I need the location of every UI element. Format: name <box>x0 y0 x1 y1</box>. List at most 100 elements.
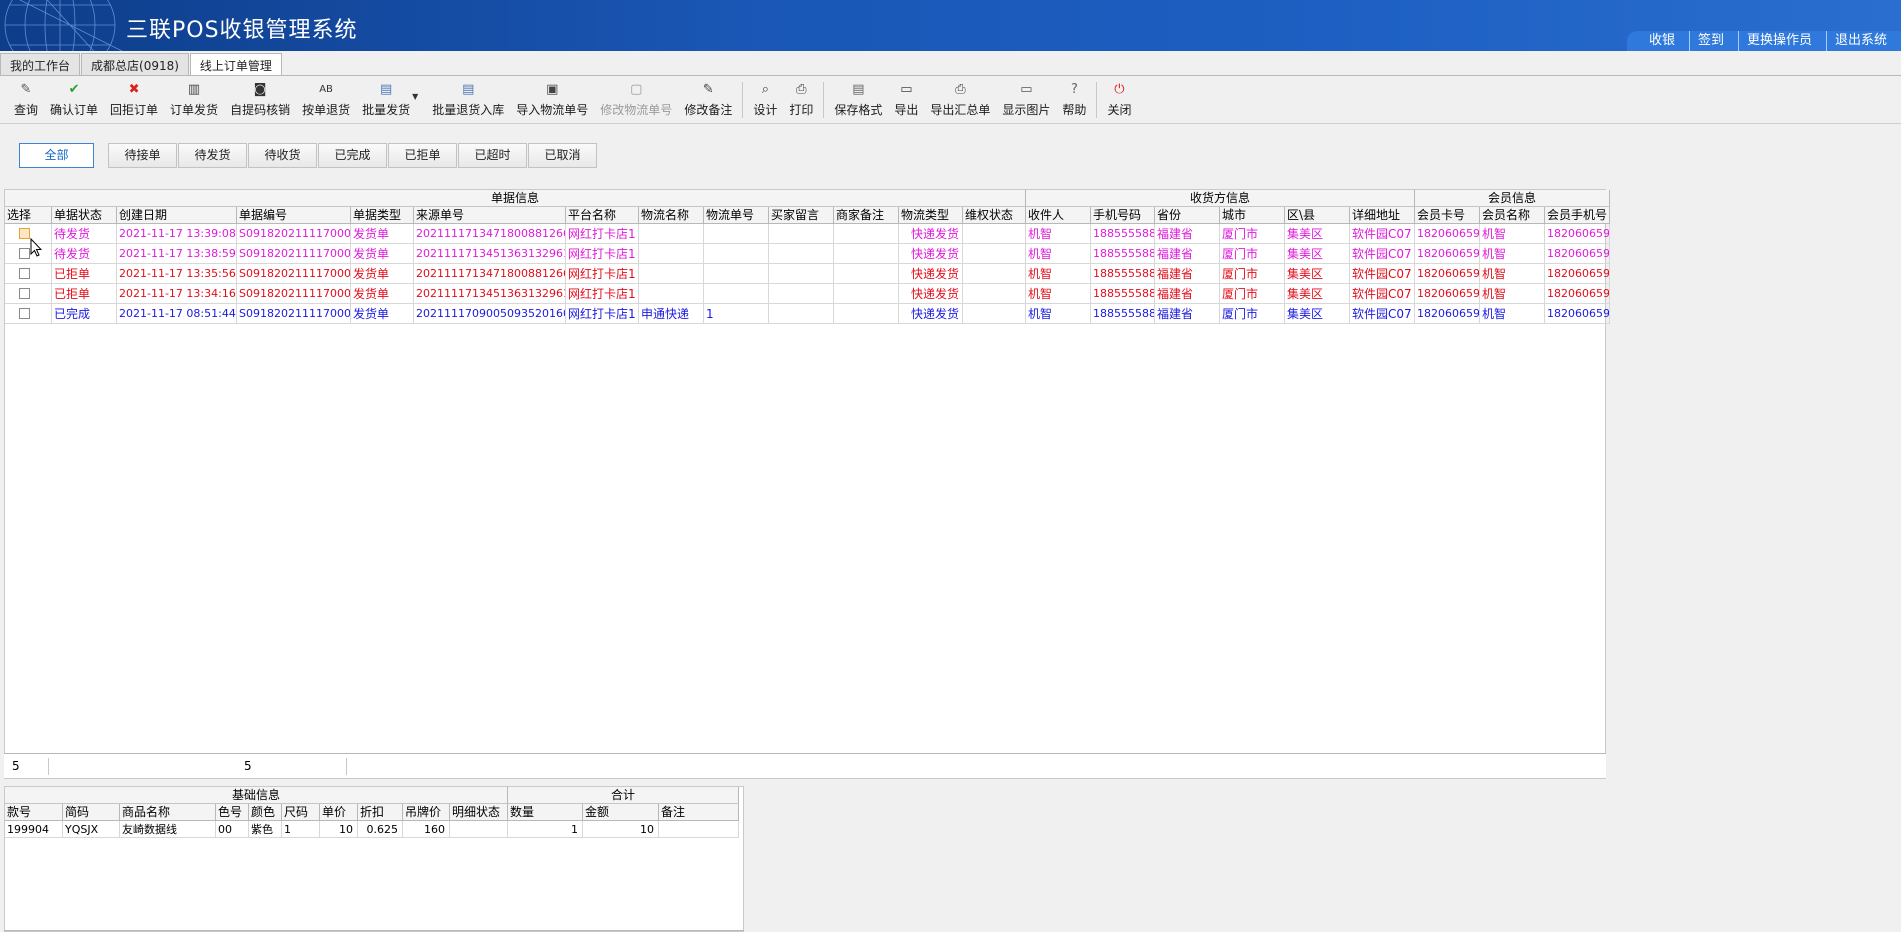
toolbar-label: 订单发货 <box>170 103 219 117</box>
chevron-down-icon[interactable]: ▼ <box>412 92 418 101</box>
header-link-cashier[interactable]: 收银 <box>1641 31 1689 51</box>
filter-button[interactable]: 全部 <box>19 143 94 168</box>
toolbar-button-ab[interactable]: AB 按单退货 <box>296 78 356 118</box>
toolbar-button-edit-note[interactable]: ✎ 修改备注 <box>678 78 738 118</box>
toolbar-button-close[interactable]: ⏻ 关闭 <box>1101 78 1137 118</box>
column-header[interactable]: 选择 <box>5 207 52 224</box>
column-header[interactable]: 会员名称 <box>1480 207 1545 224</box>
cell-card: 1820606594 <box>1415 284 1480 304</box>
header-link-signin[interactable]: 签到 <box>1688 31 1738 51</box>
column-header[interactable]: 款号 <box>5 804 63 821</box>
column-header[interactable]: 单据编号 <box>237 207 351 224</box>
filter-button[interactable]: 待接单 <box>108 143 177 168</box>
column-header[interactable]: 来源单号 <box>414 207 566 224</box>
toolbar-button-save-format[interactable]: ▤ 保存格式 <box>828 78 888 118</box>
cell-merchant_note <box>834 264 899 284</box>
column-header[interactable]: 金额 <box>583 804 659 821</box>
toolbar-label: 修改物流单号 <box>600 103 673 117</box>
column-header[interactable]: 会员手机号 <box>1545 207 1610 224</box>
column-header[interactable]: 商家备注 <box>834 207 899 224</box>
column-header[interactable]: 备注 <box>659 804 739 821</box>
toolbar-label: 关闭 <box>1107 103 1132 117</box>
column-header[interactable]: 商品名称 <box>120 804 216 821</box>
filter-button[interactable]: 已完成 <box>318 143 387 168</box>
filter-button[interactable]: 已超时 <box>458 143 527 168</box>
table-row[interactable]: 待发货 2021-11-17 13:39:08 S0918202111170005 发… <box>5 224 1610 244</box>
column-header[interactable]: 平台名称 <box>566 207 639 224</box>
column-header[interactable]: 数量 <box>508 804 583 821</box>
toolbar-button-import-logistics[interactable]: ▣ 导入物流单号 <box>510 78 594 118</box>
header-link-exit[interactable]: 退出系统 <box>1825 31 1901 51</box>
row-checkbox[interactable] <box>19 268 30 279</box>
row-checkbox[interactable] <box>19 228 30 239</box>
column-header[interactable]: 收件人 <box>1026 207 1091 224</box>
column-header[interactable]: 吊牌价 <box>403 804 450 821</box>
column-header[interactable]: 城市 <box>1220 207 1285 224</box>
row-checkbox[interactable] <box>19 248 30 259</box>
column-header[interactable]: 会员卡号 <box>1415 207 1480 224</box>
toolbar-button-export[interactable]: ▭ 导出 <box>888 78 924 118</box>
toolbar-button-export-summary[interactable]: ⎙ 导出汇总单 <box>924 78 996 118</box>
tab-workbench[interactable]: 我的工作台 <box>0 53 81 75</box>
toolbar-button-query[interactable]: ✎ 查询 <box>8 78 44 118</box>
table-row[interactable]: 已完成 2021-11-17 08:51:44 S0918202111170001 发… <box>5 304 1610 324</box>
column-header[interactable]: 颜色 <box>249 804 282 821</box>
filter-button[interactable]: 待收货 <box>248 143 317 168</box>
column-header[interactable]: 折扣 <box>358 804 403 821</box>
row-checkbox[interactable] <box>19 308 30 319</box>
group-header: 合计 <box>508 787 739 804</box>
column-header[interactable]: 买家留言 <box>769 207 834 224</box>
edit-note-icon: ✎ <box>702 82 714 97</box>
filter-button[interactable]: 已拒单 <box>388 143 457 168</box>
column-header[interactable]: 区\县 <box>1285 207 1350 224</box>
toolbar-button-basket[interactable]: ◙ 自提码核销 <box>224 78 296 118</box>
column-header[interactable]: 创建日期 <box>117 207 237 224</box>
toolbar-button-print[interactable]: ⎙ 打印 <box>783 78 819 118</box>
cell-platform: 网红打卡店1 <box>566 264 639 284</box>
table-row[interactable]: 已拒单 2021-11-17 13:34:16 S0918202111170002 发… <box>5 284 1610 304</box>
cell-status: 待发货 <box>52 224 117 244</box>
column-header[interactable]: 色号 <box>216 804 249 821</box>
cell-platform: 网红打卡店1 <box>566 224 639 244</box>
barcode-icon: ▥ <box>187 82 201 97</box>
toolbar-button-reject[interactable]: ✖ 回拒订单 <box>104 78 164 118</box>
column-header[interactable]: 简码 <box>63 804 120 821</box>
toolbar-button-batch-ship[interactable]: ▤ 批量发货 <box>356 78 416 118</box>
cell-province: 福建省 <box>1155 304 1220 324</box>
filter-button[interactable]: 已取消 <box>528 143 597 168</box>
header-link-switch-operator[interactable]: 更换操作员 <box>1737 31 1826 51</box>
cell-tracking <box>704 224 769 244</box>
column-header[interactable]: 维权状态 <box>963 207 1026 224</box>
column-header[interactable]: 物流名称 <box>639 207 704 224</box>
cell-member: 机智 <box>1480 224 1545 244</box>
column-header[interactable]: 单据类型 <box>351 207 414 224</box>
tab-online-orders[interactable]: 线上订单管理 <box>189 53 282 76</box>
column-header[interactable]: 物流单号 <box>704 207 769 224</box>
toolbar-button-check[interactable]: ✔ 确认订单 <box>44 78 104 118</box>
column-header[interactable]: 物流类型 <box>899 207 963 224</box>
column-header[interactable]: 手机号码 <box>1091 207 1155 224</box>
cell-ship_type: 快递发货 <box>899 264 963 284</box>
toolbar-button-batch-return[interactable]: ▤ 批量退货入库 <box>426 78 510 118</box>
table-row[interactable]: 已拒单 2021-11-17 13:35:56 S0918202111170003 发… <box>5 264 1610 284</box>
toolbar-button-barcode[interactable]: ▥ 订单发货 <box>164 78 224 118</box>
cell-status: 已完成 <box>52 304 117 324</box>
design-icon: ⌕ <box>761 82 769 97</box>
table-row[interactable]: 待发货 2021-11-17 13:38:59 S0918202111170004 发… <box>5 244 1610 264</box>
toolbar-separator <box>742 82 744 118</box>
toolbar-button-help[interactable]: ? 帮助 <box>1056 78 1092 118</box>
tab-store[interactable]: 成都总店(0918) <box>81 53 189 75</box>
column-header[interactable]: 明细状态 <box>450 804 508 821</box>
row-checkbox[interactable] <box>19 288 30 299</box>
column-header[interactable]: 单价 <box>320 804 358 821</box>
column-header[interactable]: 省份 <box>1155 207 1220 224</box>
filter-button[interactable]: 待发货 <box>178 143 247 168</box>
column-header[interactable]: 单据状态 <box>52 207 117 224</box>
cell-phone: 1885555888 <box>1091 264 1155 284</box>
column-header[interactable]: 尺码 <box>282 804 320 821</box>
group-header: 基础信息 <box>5 787 508 804</box>
column-header[interactable]: 详细地址 <box>1350 207 1415 224</box>
toolbar-button-show-image[interactable]: ▭ 显示图片 <box>996 78 1056 118</box>
orders-grid-header: 单据信息 收货方信息 会员信息 选择 单据状态 创建日期 单据编号 单据类型 来源单号 平台名称物… <box>5 190 1610 224</box>
toolbar-button-design[interactable]: ⌕ 设计 <box>747 78 783 118</box>
